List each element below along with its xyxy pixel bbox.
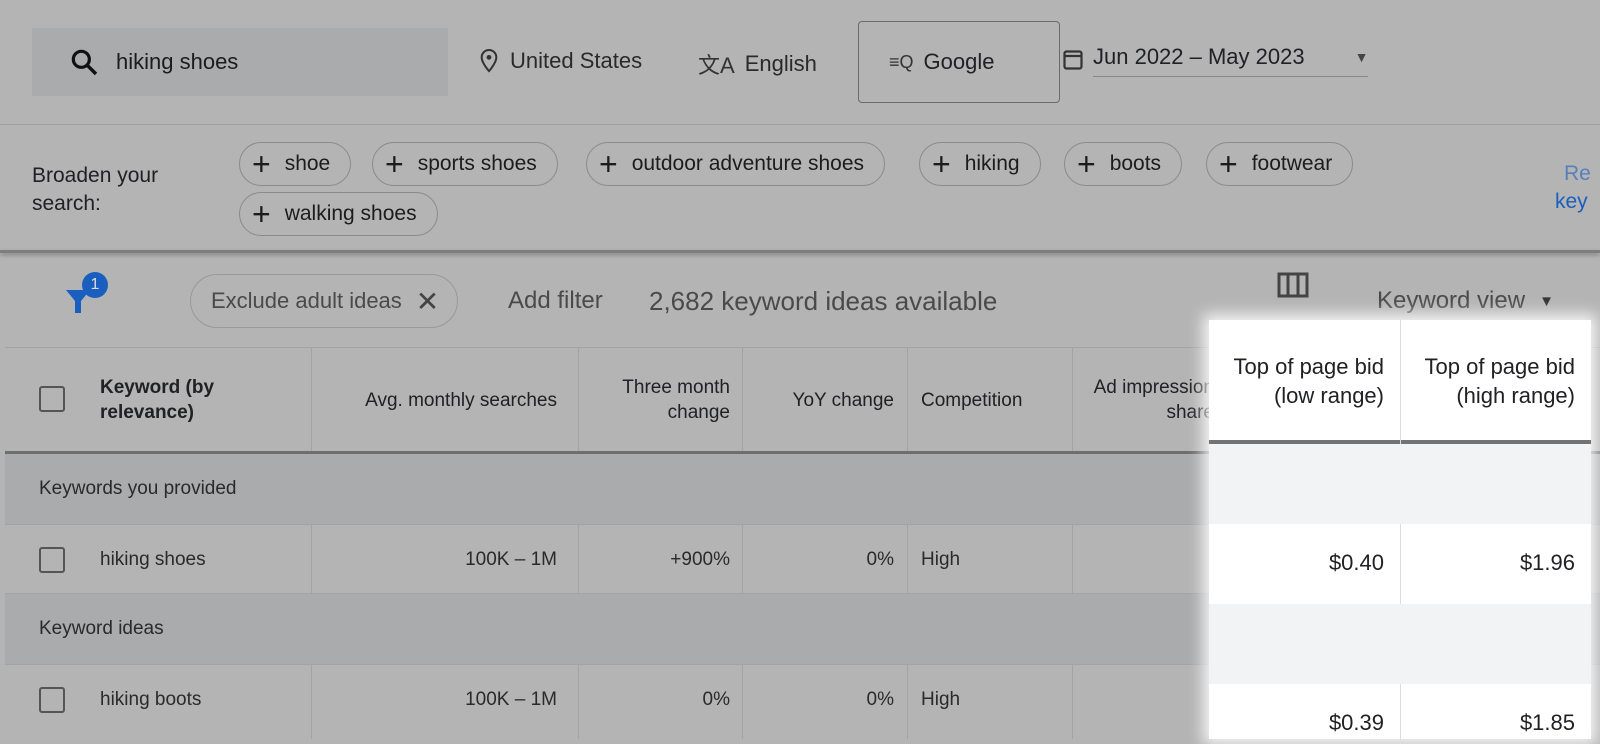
group-label: Keyword ideas <box>39 618 164 639</box>
chip-outdoor-adventure-shoes[interactable]: + outdoor adventure shoes <box>586 142 886 186</box>
plus-icon: + <box>599 146 618 182</box>
row-checkbox[interactable] <box>39 687 65 713</box>
three-month-cell: 0% <box>702 689 730 710</box>
language-selector[interactable]: 文A English <box>698 48 817 80</box>
dropdown-arrow-icon: ▼ <box>1539 292 1554 310</box>
calendar-icon <box>1063 49 1083 70</box>
group-row-fill <box>1209 444 1591 524</box>
search-input[interactable]: hiking shoes <box>32 28 448 96</box>
chip-walking-shoes[interactable]: + walking shoes <box>239 192 438 236</box>
network-label: Google <box>923 49 995 74</box>
column-header-keyword[interactable]: Keyword (by relevance) <box>86 348 306 452</box>
chip-shoe[interactable]: + shoe <box>239 142 352 186</box>
avg-searches-cell: 100K – 1M <box>465 689 557 710</box>
keyword-view-dropdown[interactable]: Keyword view ▼ <box>1377 287 1554 315</box>
network-selector[interactable]: ≡Q Google <box>858 21 1060 103</box>
date-range-selector[interactable]: Jun 2022 – May 2023 ▼ <box>1063 40 1369 77</box>
high-bid-cell: $1.96 <box>1519 550 1575 575</box>
chip-label: sports shoes <box>417 152 537 175</box>
group-label: Keywords you provided <box>39 478 237 499</box>
low-bid-cell: $0.40 <box>1328 550 1384 575</box>
location-pin-icon <box>480 48 498 73</box>
keyword-cell: hiking boots <box>100 689 202 710</box>
plus-icon: + <box>1219 146 1238 182</box>
search-list-icon: ≡Q <box>889 51 914 72</box>
section-divider <box>0 250 1600 253</box>
chip-label: shoe <box>284 152 331 175</box>
select-all-checkbox[interactable] <box>39 386 65 412</box>
plus-icon: + <box>252 146 271 182</box>
chip-label: outdoor adventure shoes <box>631 152 865 175</box>
chip-footwear[interactable]: + footwear <box>1206 142 1354 186</box>
chip-label: hiking <box>964 152 1020 175</box>
search-value: hiking shoes <box>116 49 239 74</box>
high-bid-cell: $1.85 <box>1519 710 1575 735</box>
plus-icon: + <box>385 146 404 182</box>
column-header-avg-searches[interactable]: Avg. monthly searches <box>311 348 571 452</box>
add-filter-button[interactable]: Add filter <box>508 287 603 315</box>
search-icon <box>71 49 98 76</box>
competition-cell: High <box>921 549 961 570</box>
group-row-fill <box>1209 604 1591 684</box>
chip-label: footwear <box>1251 152 1333 175</box>
column-header-three-month-change[interactable]: Three month change <box>578 348 744 452</box>
location-selector[interactable]: United States <box>478 48 642 74</box>
location-label: United States <box>510 48 643 73</box>
divider <box>0 124 1600 125</box>
column-header-low-bid[interactable]: Top of page bid (low range) <box>1209 320 1400 442</box>
column-header-high-bid[interactable]: Top of page bid (high range) <box>1400 320 1591 442</box>
chip-hiking[interactable]: + hiking <box>919 142 1041 186</box>
column-header-yoy-change[interactable]: YoY change <box>742 348 908 452</box>
highlighted-bid-columns: Top of page bid (low range) Top of page … <box>1209 320 1591 744</box>
keyword-cell: hiking shoes <box>100 549 206 570</box>
filter-button[interactable]: 1 <box>64 272 108 321</box>
chip-sports-shoes[interactable]: + sports shoes <box>372 142 558 186</box>
exclude-adult-chip[interactable]: Exclude adult ideas ✕ <box>190 274 459 328</box>
date-range-label: Jun 2022 – May 2023 <box>1093 44 1305 69</box>
three-month-cell: +900% <box>670 549 730 570</box>
broaden-label: Broaden your search: <box>32 164 159 215</box>
yoy-cell: 0% <box>866 689 894 710</box>
chip-label: walking shoes <box>284 202 417 225</box>
plus-icon: + <box>932 146 951 182</box>
plus-icon: + <box>1077 146 1096 182</box>
view-label: Keyword view <box>1377 287 1526 314</box>
translate-icon: 文A <box>698 53 735 78</box>
competition-cell: High <box>921 689 961 710</box>
column-header-ad-impression-share[interactable]: Ad impression share <box>1072 348 1228 452</box>
divider <box>1400 320 1401 444</box>
link-text: key <box>1555 190 1588 213</box>
column-header-competition[interactable]: Competition <box>907 348 1073 452</box>
plus-icon: + <box>252 196 271 232</box>
avg-searches-cell: 100K – 1M <box>465 549 557 570</box>
chip-boots[interactable]: + boots <box>1064 142 1183 186</box>
link-text: Re <box>1564 162 1591 185</box>
columns-button[interactable] <box>1277 272 1309 303</box>
chip-label: boots <box>1109 152 1162 175</box>
refine-keywords-link[interactable]: Re key <box>1552 160 1600 216</box>
dropdown-arrow-icon: ▼ <box>1354 49 1369 65</box>
ideas-count: 2,682 keyword ideas available <box>649 286 998 316</box>
low-bid-cell: $0.39 <box>1328 710 1384 735</box>
columns-icon <box>1277 272 1309 298</box>
close-icon[interactable]: ✕ <box>416 285 439 318</box>
yoy-cell: 0% <box>866 549 894 570</box>
divider <box>311 348 312 452</box>
chip-label: Exclude adult ideas <box>211 288 402 313</box>
filter-badge: 1 <box>82 272 108 298</box>
language-label: English <box>744 51 817 76</box>
row-checkbox[interactable] <box>39 547 65 573</box>
